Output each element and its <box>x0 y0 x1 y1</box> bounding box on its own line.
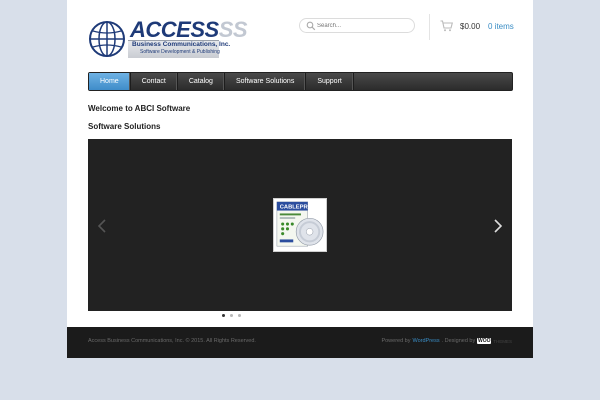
page-container: ACCESSSS Business Communications, Inc. S… <box>67 0 533 358</box>
globe-icon <box>89 21 125 57</box>
slider-pagination <box>222 314 241 317</box>
slider-dot-1[interactable] <box>222 314 225 317</box>
logo-wordmark: ACCESSSS <box>130 17 248 42</box>
slider-dot-2[interactable] <box>230 314 233 317</box>
nav-item-home[interactable]: Home <box>89 73 131 90</box>
search-input[interactable] <box>317 20 412 31</box>
page-title: Welcome to ABCI Software <box>88 104 191 113</box>
product-box-image[interactable]: CABLEPRO <box>273 198 327 252</box>
nav-item-catalog[interactable]: Catalog <box>178 73 225 90</box>
header-divider <box>429 14 430 40</box>
woothemes-suffix: THEMES <box>493 338 512 344</box>
wordpress-link[interactable]: WordPress <box>412 338 439 344</box>
logo-tagline-1: Business Communications, Inc. <box>132 41 231 48</box>
logo-tagline-2: Software Development & Publishing <box>140 49 220 55</box>
footer-powered-by: Powered by <box>381 338 411 344</box>
image-slider: CABLEPRO <box>88 139 512 311</box>
cart-items-link[interactable]: 0 items <box>488 22 514 31</box>
chevron-left-icon[interactable] <box>96 218 108 234</box>
nav-item-contact[interactable]: Contact <box>131 73 178 90</box>
product-box-art: CABLEPRO <box>276 201 324 247</box>
section-title: Software Solutions <box>88 122 161 131</box>
chevron-right-icon[interactable] <box>492 218 504 234</box>
footer-designed-by: . Designed by <box>441 338 476 344</box>
woothemes-logo[interactable]: WOO <box>477 338 492 344</box>
svg-text:CABLEPRO: CABLEPRO <box>280 205 313 211</box>
main-nav: Home Contact Catalog Software Solutions … <box>88 72 513 91</box>
nav-item-software-solutions[interactable]: Software Solutions <box>225 73 307 90</box>
search-icon <box>306 21 316 31</box>
nav-item-support[interactable]: Support <box>306 73 354 90</box>
cart-total: $0.00 <box>460 22 481 31</box>
site-logo[interactable]: ACCESSSS Business Communications, Inc. S… <box>88 18 248 60</box>
search-box <box>299 18 415 33</box>
footer-credits: Powered by WordPress . Designed by WOO T… <box>381 338 512 344</box>
site-footer: Access Business Communications, Inc. © 2… <box>67 327 533 358</box>
slider-dot-3[interactable] <box>238 314 241 317</box>
footer-copyright: Access Business Communications, Inc. © 2… <box>88 338 256 344</box>
cart-icon[interactable] <box>440 20 453 32</box>
